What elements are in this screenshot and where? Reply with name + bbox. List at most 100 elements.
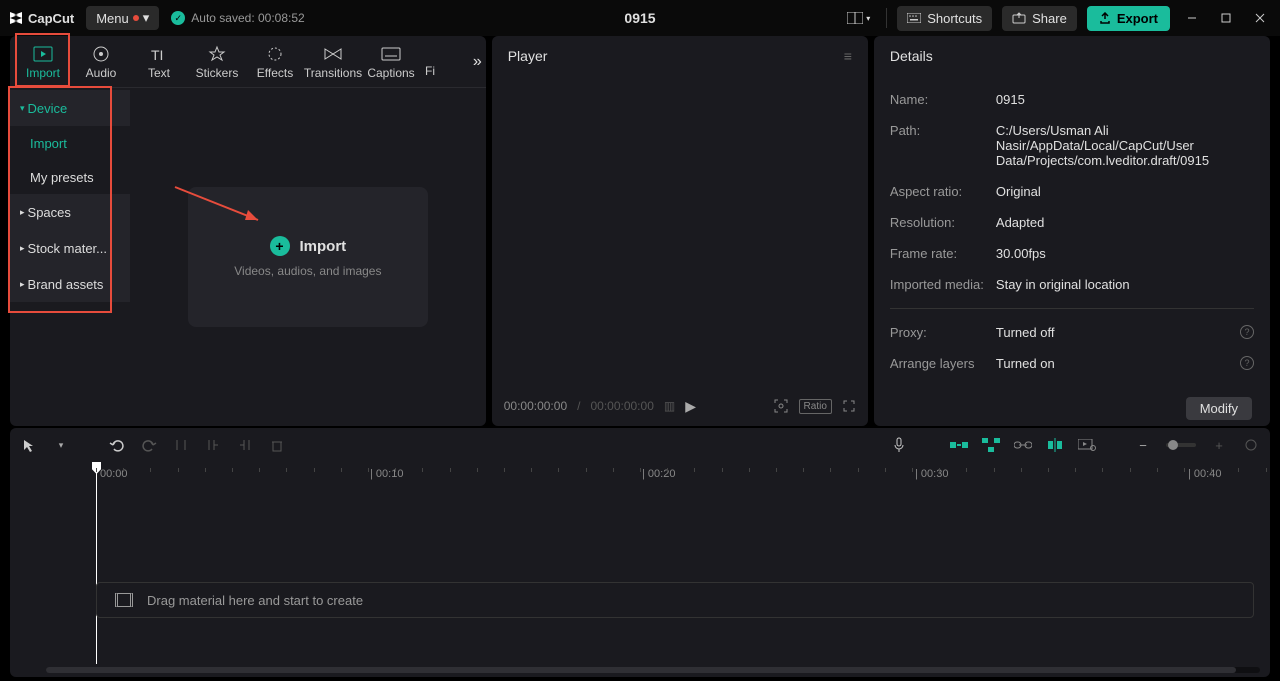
sidebar-device[interactable]: ▾Device	[10, 90, 130, 126]
hamburger-icon[interactable]: ≡	[844, 48, 852, 64]
cursor-tool[interactable]	[20, 436, 38, 454]
player-controls: 00:00:00:00 / 00:00:00:00 ▥ ▶ Ratio	[492, 386, 868, 426]
ruler-minor-tick	[939, 468, 940, 472]
ruler-minor-tick	[830, 468, 831, 472]
tab-transitions[interactable]: Transitions	[304, 44, 362, 80]
tab-captions[interactable]: Captions	[362, 44, 420, 80]
timeline-scrollbar[interactable]	[46, 667, 1260, 673]
detail-label-resolution: Resolution:	[890, 215, 996, 230]
share-button[interactable]: Share	[1002, 6, 1077, 31]
player-current-time: 00:00:00:00	[504, 399, 567, 413]
zoom-out-icon[interactable]: −	[1134, 436, 1152, 454]
timeline-hint: Drag material here and start to create	[147, 593, 363, 608]
ruler-minor-tick	[531, 468, 532, 472]
tab-effects[interactable]: Effects	[246, 44, 304, 80]
link-icon[interactable]	[1014, 436, 1032, 454]
redo-button[interactable]	[140, 436, 158, 454]
sidebar-label: My presets	[30, 170, 94, 185]
app-logo: CapCut	[8, 10, 74, 26]
divider	[890, 308, 1254, 309]
tab-audio[interactable]: Audio	[72, 44, 130, 80]
ruler-minor-tick	[749, 468, 750, 472]
detail-label-path: Path:	[890, 123, 996, 168]
ruler-minor-tick	[966, 468, 967, 472]
caret-right-icon: ▸	[20, 207, 25, 218]
detail-value-proxy: Turned off	[996, 325, 1240, 340]
zoom-slider[interactable]	[1166, 443, 1196, 447]
compare-icon[interactable]: ▥	[664, 399, 675, 413]
player-panel: Player ≡ 00:00:00:00 / 00:00:00:00 ▥ ▶ R…	[492, 36, 868, 426]
sidebar-presets[interactable]: My presets	[10, 160, 130, 194]
zoom-fit-icon[interactable]	[1242, 436, 1260, 454]
sidebar-spaces[interactable]: ▸Spaces	[10, 194, 130, 230]
tab-import[interactable]: Import	[14, 44, 72, 80]
detail-value-name: 0915	[996, 92, 1254, 107]
sidebar-label: Spaces	[28, 205, 71, 220]
modify-button[interactable]: Modify	[1186, 397, 1252, 420]
help-icon[interactable]: ?	[1240, 325, 1254, 339]
ruler-minor-tick	[259, 468, 260, 472]
import-icon	[33, 44, 53, 64]
tab-stickers[interactable]: Stickers	[188, 44, 246, 80]
menu-label: Menu	[96, 11, 129, 26]
split-tool[interactable]	[172, 436, 190, 454]
ruler-minor-tick	[1130, 468, 1131, 472]
shortcuts-button[interactable]: Shortcuts	[897, 6, 992, 31]
ruler-tick: | 00:20	[642, 468, 675, 480]
trim-left-tool[interactable]	[204, 436, 222, 454]
ratio-button[interactable]: Ratio	[799, 399, 832, 414]
scrollbar-thumb[interactable]	[46, 667, 1236, 673]
layout-button[interactable]: ▾	[841, 10, 876, 26]
ruler-minor-tick	[694, 468, 695, 472]
ruler-minor-tick	[1021, 468, 1022, 472]
maximize-button[interactable]	[1214, 6, 1238, 30]
playhead[interactable]	[96, 464, 97, 664]
play-button[interactable]: ▶	[685, 398, 696, 415]
export-button[interactable]: Export	[1087, 6, 1170, 31]
minimize-button[interactable]	[1180, 6, 1204, 30]
checkmark-icon: ✓	[171, 11, 185, 25]
ruler-minor-tick	[1184, 468, 1185, 472]
film-icon	[115, 593, 133, 607]
zoom-in-icon[interactable]: +	[1210, 436, 1228, 454]
preview-icon[interactable]	[1078, 436, 1096, 454]
menu-button[interactable]: Menu ▾	[86, 6, 159, 30]
detail-value-resolution: Adapted	[996, 215, 1254, 230]
import-title: Import	[300, 238, 347, 255]
share-label: Share	[1032, 11, 1067, 26]
focus-icon[interactable]	[773, 398, 789, 414]
sidebar-stock[interactable]: ▸Stock mater...	[10, 230, 130, 266]
ruler-minor-tick	[1157, 468, 1158, 472]
timeline-dropzone[interactable]: Drag material here and start to create	[96, 582, 1254, 618]
mic-icon[interactable]	[890, 436, 908, 454]
magnet-main-icon[interactable]	[950, 436, 968, 454]
chevron-down-icon[interactable]: ▾	[52, 436, 70, 454]
fullscreen-icon[interactable]	[842, 399, 856, 413]
delete-tool[interactable]	[268, 436, 286, 454]
ruler-minor-tick	[422, 468, 423, 472]
main-area: Import Audio TI Text Stickers Effects Tr…	[0, 36, 1280, 426]
undo-button[interactable]	[108, 436, 126, 454]
sidebar-import[interactable]: Import	[10, 126, 130, 160]
tab-text[interactable]: TI Text	[130, 44, 188, 80]
tab-filters[interactable]: Fi	[420, 46, 440, 78]
ruler-minor-tick	[96, 468, 97, 472]
trim-right-tool[interactable]	[236, 436, 254, 454]
tabs-scroll-next[interactable]: »	[473, 53, 482, 71]
sidebar-brand[interactable]: ▸Brand assets	[10, 266, 130, 302]
timeline: 00:00 | 00:10 | 00:20 | 00:30 | 00:40 Dr…	[10, 462, 1270, 677]
close-button[interactable]	[1248, 6, 1272, 30]
transitions-icon	[323, 44, 343, 64]
help-icon[interactable]: ?	[1240, 356, 1254, 370]
shortcuts-label: Shortcuts	[927, 11, 982, 26]
detail-value-framerate: 30.00fps	[996, 246, 1254, 261]
ruler-minor-tick	[613, 468, 614, 472]
ruler-minor-tick	[123, 468, 124, 472]
ruler-minor-tick	[858, 468, 859, 472]
ruler-minor-tick	[667, 468, 668, 472]
magnet-track-icon[interactable]	[982, 436, 1000, 454]
time-ruler[interactable]: 00:00 | 00:10 | 00:20 | 00:30 | 00:40	[10, 462, 1270, 486]
snap-icon[interactable]	[1046, 436, 1064, 454]
ruler-minor-tick	[368, 468, 369, 472]
ruler-minor-tick	[1211, 468, 1212, 472]
